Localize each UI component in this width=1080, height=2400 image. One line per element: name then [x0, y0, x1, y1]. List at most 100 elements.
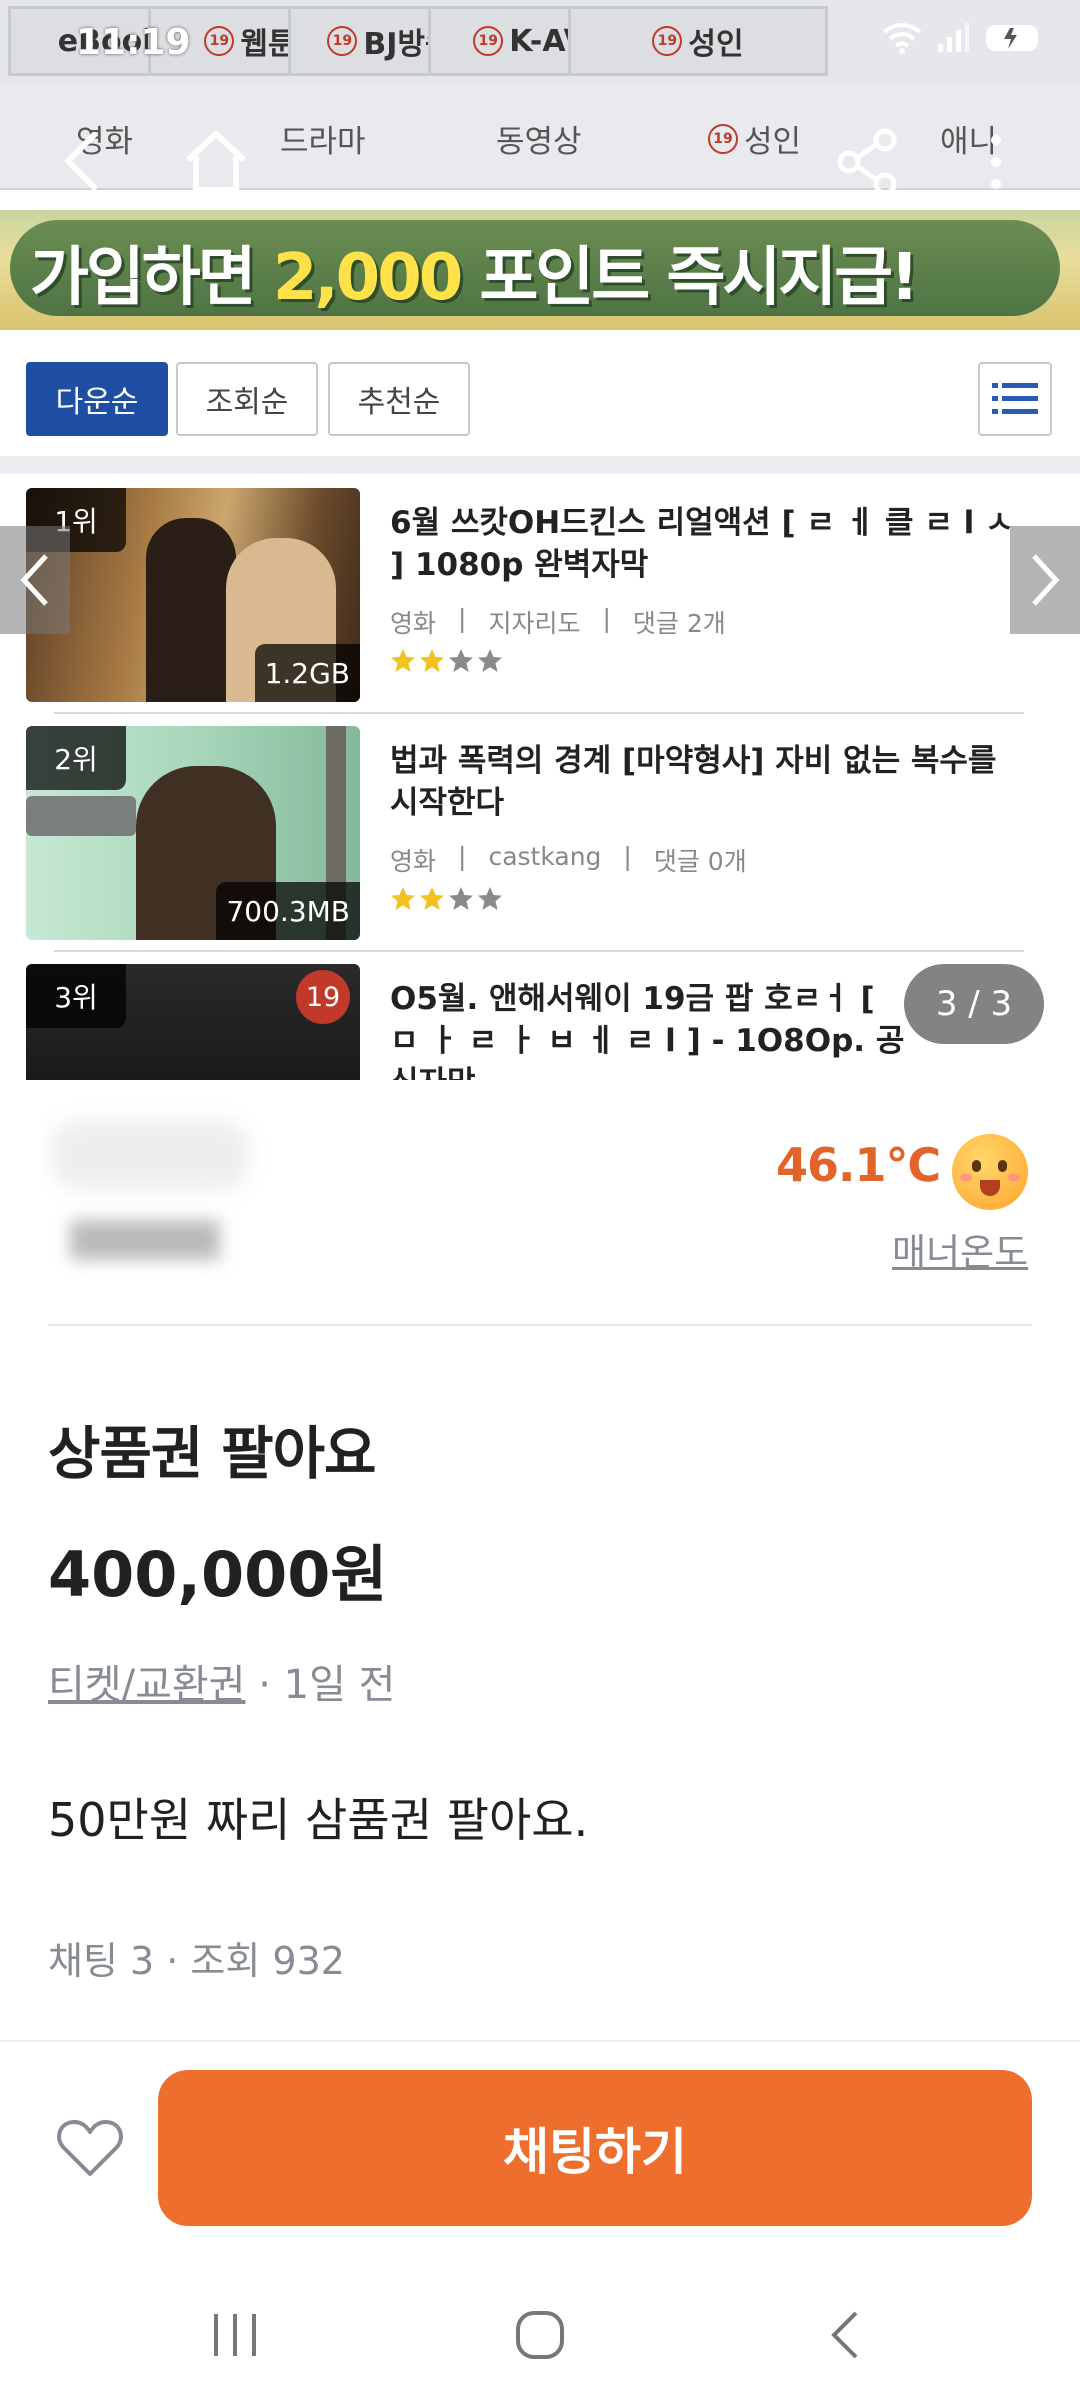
- system-navigation-bar: [0, 2260, 1080, 2400]
- file-size: 700.3MB: [216, 882, 360, 940]
- video-thumbnail: 1위 1.2GB: [26, 488, 360, 702]
- heart-icon: [57, 2120, 123, 2176]
- signal-icon: [938, 23, 969, 52]
- share-icon: [837, 128, 897, 196]
- meta-separator: |: [623, 842, 632, 871]
- product-description: 50만원 짜리 삼품권 팔아요.: [48, 1793, 589, 1847]
- sort-downloads: 다운순: [26, 362, 168, 436]
- home-nav-button[interactable]: [505, 2300, 575, 2370]
- product-title: 상품권 팔아요: [48, 1421, 376, 1487]
- meta-separator: |: [458, 842, 467, 871]
- thumbnail-object: [26, 796, 136, 836]
- video-uploader: 지자리도: [488, 609, 581, 638]
- rank-badge: 2위: [26, 726, 126, 790]
- star-empty-icon: [478, 649, 502, 672]
- video-list-item: 2위 700.3MB 법과 폭력의 경계 [마약형사] 자비 없는 복수를 시작…: [0, 726, 1080, 958]
- blurred-avatar: [50, 1120, 250, 1190]
- video-title: 6월 쓰캇OH드킨스 리얼액션 [ ㄹ ㅔ 클 ㄹ l ㅅ ] 1080p 완벽…: [390, 505, 1014, 583]
- star-empty-icon: [449, 887, 473, 910]
- back-nav-button[interactable]: [810, 2300, 880, 2370]
- video-title: O5월. 앤해서웨이 19금 팝 호ㄹㅓ [ ㅁ ㅏ ㄹ ㅏ ㅂ ㅔ ㄹ l ]…: [390, 981, 905, 1080]
- site-sub-category-bar: 영화 드라마 동영상 19 성인 애니: [0, 86, 1080, 190]
- emoji-mouth: [980, 1180, 1000, 1196]
- list-separator: [54, 712, 1024, 714]
- banner-text-part: 가입하면: [30, 241, 273, 315]
- meta-separator: |: [602, 604, 611, 633]
- recent-apps-button[interactable]: [200, 2300, 270, 2370]
- sort-bar: 다운순 조회순 추천순: [0, 346, 1080, 446]
- star-filled-icon: [420, 649, 444, 672]
- more-vertical-icon: [991, 135, 1001, 189]
- top-category-adult: 19 성인: [568, 6, 828, 76]
- video-title: 법과 폭력의 경계 [마약형사] 자비 없는 복수를 시작한다: [390, 743, 997, 821]
- more-options-button[interactable]: [976, 124, 1016, 200]
- video-thumbnail: 3위 19: [26, 964, 360, 1080]
- star-filled-icon: [391, 887, 415, 910]
- bottom-bar-divider: [0, 2040, 1080, 2042]
- sub-category-video: 동영상: [496, 116, 582, 161]
- adult-19-icon: 19: [204, 26, 235, 56]
- happy-face-icon: [952, 1134, 1028, 1210]
- like-button[interactable]: [54, 2112, 126, 2184]
- adult-19-icon: 19: [708, 123, 738, 154]
- star-empty-icon: [449, 649, 473, 672]
- battery-icon: [986, 25, 1038, 51]
- rank-badge: 3위: [26, 964, 126, 1028]
- video-category: 영화: [390, 847, 437, 876]
- back-chevron-icon: [831, 2311, 858, 2359]
- blurred-nickname: [70, 1220, 220, 1260]
- emoji-eye: [998, 1160, 1007, 1172]
- product-image[interactable]: eBook 19 웹툰 19 BJ방송 19 K-AV 19 성인 11:19: [0, 0, 1080, 1080]
- emoji-eye: [972, 1160, 981, 1172]
- top-category-label: 성인: [688, 27, 744, 62]
- emoji-cheek: [1008, 1174, 1020, 1181]
- recent-apps-icon: [214, 2314, 256, 2356]
- list-icon: [992, 383, 1038, 414]
- sub-category-adult: 19 성인: [708, 116, 801, 161]
- video-category: 영화: [390, 609, 437, 638]
- list-separator: [54, 950, 1024, 952]
- chevron-right-icon: [1032, 554, 1060, 606]
- home-circle-icon: [516, 2311, 564, 2359]
- home-button[interactable]: [178, 124, 254, 200]
- sort-views: 조회순: [176, 362, 318, 436]
- section-divider: [0, 456, 1080, 474]
- adult-19-icon: 19: [327, 26, 358, 56]
- meta-separator: |: [458, 604, 467, 633]
- rating-stars: [390, 648, 503, 674]
- previous-image-button[interactable]: [0, 526, 70, 634]
- product-stats: 채팅 3 · 조회 932: [48, 1939, 345, 1983]
- next-image-button[interactable]: [1010, 526, 1080, 634]
- banner-text: 가입하면 2,000 포인트 즉시지급!: [30, 226, 920, 318]
- status-icons: [882, 22, 1044, 54]
- star-filled-icon: [420, 887, 444, 910]
- age-19-badge: 19: [296, 970, 350, 1024]
- video-meta: 영화 | castkang | 댓글 0개: [390, 842, 747, 878]
- share-button[interactable]: [830, 124, 906, 200]
- image-pager: 3 / 3: [904, 964, 1044, 1044]
- chat-button[interactable]: 채팅하기: [158, 2070, 1032, 2226]
- sub-category-label: 성인: [744, 124, 802, 160]
- seller-profile-blurred[interactable]: [40, 1100, 370, 1280]
- back-button[interactable]: [50, 126, 110, 196]
- emoji-cheek: [960, 1174, 972, 1181]
- home-icon: [185, 131, 247, 193]
- chevron-left-icon: [20, 554, 48, 606]
- status-time: 11:19: [76, 22, 191, 63]
- video-meta: 영화 | 지자리도 | 댓글 2개: [390, 604, 726, 640]
- section-divider: [48, 1324, 1032, 1326]
- list-view-toggle: [978, 362, 1052, 436]
- sort-recommend: 추천순: [328, 362, 470, 436]
- adult-19-icon: 19: [652, 26, 683, 56]
- video-thumbnail: 2위 700.3MB: [26, 726, 360, 940]
- star-filled-icon: [391, 649, 415, 672]
- product-price: 400,000원: [48, 1538, 388, 1611]
- thumbnail-figure: [146, 518, 236, 702]
- rating-stars: [390, 886, 503, 912]
- banner-text-part: 포인트 즉시지급!: [460, 241, 920, 315]
- product-category-link[interactable]: 티켓/교환권: [48, 1662, 245, 1708]
- back-arrow-icon: [65, 132, 97, 190]
- sub-category-drama: 드라마: [280, 116, 366, 161]
- manner-temperature-link[interactable]: 매너온도: [892, 1222, 1028, 1276]
- manner-temperature: 46.1℃: [776, 1138, 941, 1192]
